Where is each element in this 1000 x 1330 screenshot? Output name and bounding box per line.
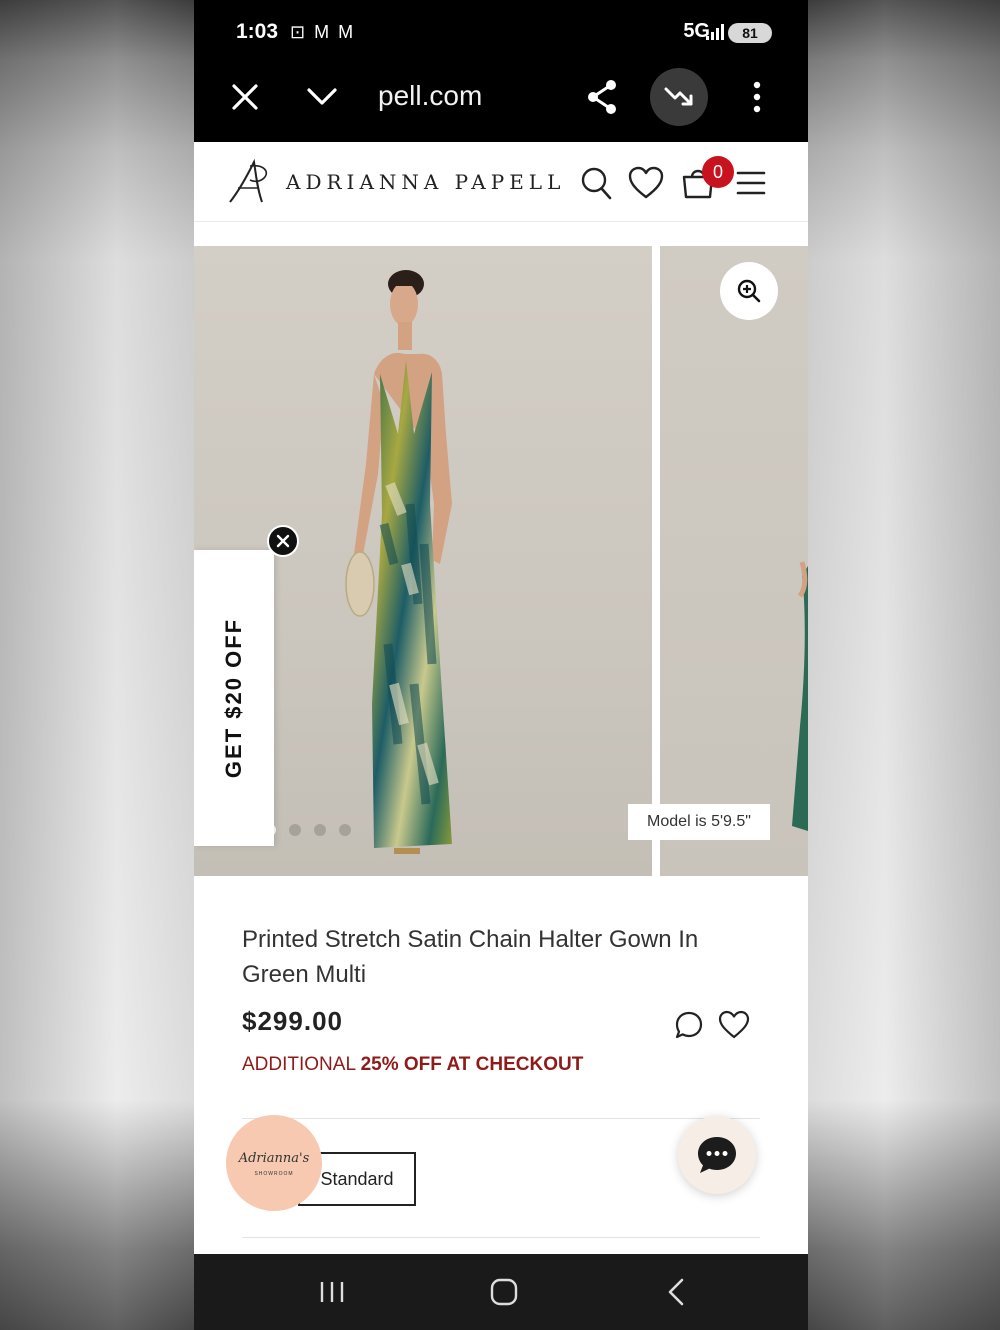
gallery-dot[interactable] [339, 824, 351, 836]
secondary-image-partial [792, 561, 808, 831]
share-icon[interactable] [584, 78, 620, 116]
home-icon[interactable] [490, 1278, 518, 1306]
back-icon[interactable] [666, 1278, 686, 1306]
zoom-button[interactable] [720, 262, 778, 320]
brand-logo-icon[interactable] [224, 158, 274, 208]
promo-tab-label[interactable]: GET $20 OFF [221, 618, 247, 778]
product-price: $299.00 [242, 1006, 343, 1036]
wishlist-heart-icon[interactable] [628, 166, 664, 200]
showroom-sub-label: SHOWROOM [254, 1171, 294, 1177]
brand-name[interactable]: ADRIANNA PAPELL [286, 170, 565, 194]
status-bar: 1:03 ⊡ M M 5G 81 [194, 0, 808, 66]
showroom-script-logo: Adrianna's [238, 1151, 310, 1166]
zoom-in-icon [737, 279, 761, 303]
model-wearing-gown-image [345, 270, 452, 854]
gallery-dot[interactable] [314, 824, 326, 836]
ask-question-icon[interactable] [674, 1010, 704, 1040]
background-blur-left [0, 0, 194, 1330]
promo-bold: 25% OFF AT CHECKOUT [360, 1054, 584, 1075]
gallery-dot[interactable] [289, 824, 301, 836]
divider [242, 1237, 760, 1238]
product-image-secondary[interactable] [660, 246, 808, 876]
close-tab-icon[interactable] [230, 82, 260, 112]
background-blur-right [808, 0, 1000, 1330]
promo-prefix: ADDITIONAL [242, 1054, 361, 1075]
more-vert-icon[interactable] [750, 80, 764, 114]
notification-icons: ⊡ M M [290, 22, 356, 42]
chat-bubble-icon [698, 1137, 736, 1173]
signal-icon [706, 24, 724, 40]
divider [242, 1118, 760, 1119]
site-header: ADRIANNA PAPELL 0 [194, 144, 808, 222]
close-icon [276, 534, 290, 548]
checkout-discount-text: ADDITIONAL 25% OFF AT CHECKOUT [242, 1054, 583, 1076]
hamburger-menu-icon[interactable] [736, 170, 766, 196]
chevron-down-icon[interactable] [306, 84, 338, 110]
battery-indicator: 81 [728, 23, 772, 43]
cart-count-badge[interactable]: 0 [702, 156, 734, 188]
search-icon[interactable] [580, 166, 612, 200]
phone-screen: 1:03 ⊡ M M 5G 81 pell.com ADRIANNA PAPEL… [194, 0, 808, 1330]
price-tracking-button[interactable] [650, 68, 708, 126]
browser-toolbar: pell.com [194, 66, 808, 142]
system-navigation-bar [194, 1254, 808, 1330]
add-to-wishlist-heart-icon[interactable] [718, 1010, 750, 1040]
product-title: Printed Stretch Satin Chain Halter Gown … [242, 926, 699, 988]
recent-apps-icon[interactable] [318, 1280, 346, 1304]
model-height-note: Model is 5'9.5" [628, 804, 770, 840]
showroom-badge-button[interactable]: Adrianna's SHOWROOM [226, 1115, 322, 1211]
discount-promo-tab[interactable]: GET $20 OFF [194, 550, 274, 846]
chat-button[interactable] [678, 1116, 756, 1194]
product-image-gallery[interactable]: Model is 5'9.5" [194, 246, 808, 876]
promo-close-button[interactable] [267, 525, 299, 557]
trending-down-icon [664, 87, 693, 106]
url-field[interactable]: pell.com [378, 80, 482, 112]
status-time: 1:03 [236, 20, 279, 43]
